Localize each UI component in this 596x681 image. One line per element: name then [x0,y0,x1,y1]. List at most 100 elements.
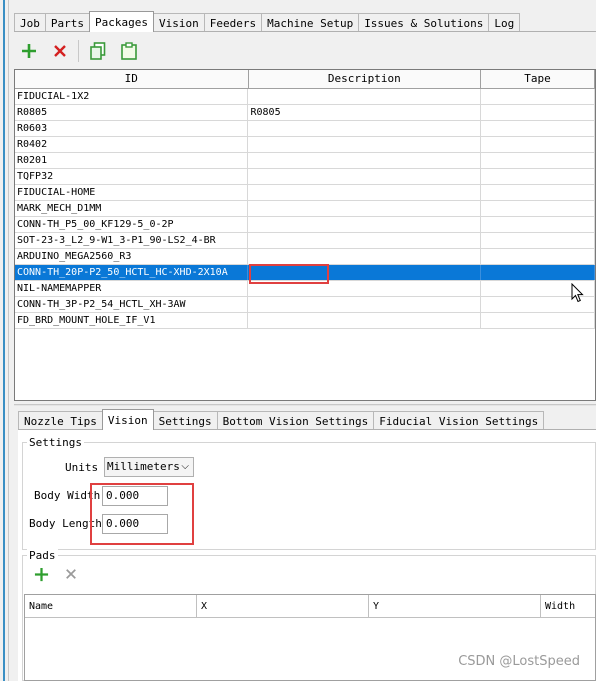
cell-description[interactable] [248,137,482,152]
column-header-x[interactable]: X [197,595,369,617]
cell-id: MARK_MECH_D1MM [15,201,249,216]
cell-description[interactable] [248,249,482,264]
packages-table: ID Description Tape FIDUCIAL-1X2 R0805 R0… [14,69,596,401]
column-header-y[interactable]: Y [369,595,541,617]
cell-id: TQFP32 [15,169,249,184]
tab-machine-setup[interactable]: Machine Setup [261,13,360,32]
units-label: Units [65,461,99,474]
tab-feeders[interactable]: Feeders [203,13,263,32]
paste-icon [121,42,137,60]
column-header-width[interactable]: Width [541,595,595,617]
table-row[interactable]: R0402 [15,137,595,153]
cell-tape[interactable] [481,121,595,136]
package-detail-tab-bar: Nozzle Tips Vision Settings Bottom Visio… [18,409,545,430]
table-row[interactable]: CONN-TH_3P-P2_54_HCTL_XH-3AW [15,297,595,313]
cell-id: CONN-TH_20P-P2_50_HCTL_HC-XHD-2X10A [15,265,249,280]
cell-id: R0201 [15,153,249,168]
column-header-tape[interactable]: Tape [481,70,595,88]
tab-package-settings[interactable]: Settings [152,411,218,430]
cell-tape[interactable] [481,153,595,168]
cell-description[interactable] [248,153,482,168]
tab-vision[interactable]: Vision [152,13,205,32]
packages-toolbar [16,38,147,64]
cell-tape[interactable] [481,249,595,264]
cell-id: NIL-NAMEMAPPER [15,281,249,296]
table-row[interactable]: SOT-23-3_L2_9-W1_3-P1_90-LS2_4-BR [15,233,595,249]
cell-id: FIDUCIAL-1X2 [15,89,249,104]
cell-description[interactable] [248,89,482,104]
add-package-button[interactable] [16,38,42,64]
body-size-highlight [90,483,194,545]
description-cell-highlight [249,264,329,284]
tab-parts[interactable]: Parts [44,13,90,32]
table-row[interactable]: FD_BRD_MOUNT_HOLE_IF_V1 [15,313,595,329]
cell-id: SOT-23-3_L2_9-W1_3-P1_90-LS2_4-BR [15,233,249,248]
cell-description[interactable] [248,233,482,248]
delete-package-button[interactable] [47,38,73,64]
cell-tape[interactable] [481,201,595,216]
tab-issues-solutions[interactable]: Issues & Solutions [358,13,490,32]
pads-toolbar [30,563,87,585]
cell-tape[interactable] [481,89,595,104]
table-row[interactable]: FIDUCIAL-HOME [15,185,595,201]
cell-description[interactable] [248,169,482,184]
cell-tape[interactable] [481,233,595,248]
add-icon [34,567,48,581]
cell-description[interactable] [248,217,482,232]
add-pad-button[interactable] [30,563,52,585]
tab-log[interactable]: Log [488,13,521,32]
cell-tape[interactable] [481,137,595,152]
tab-job[interactable]: Job [14,13,46,32]
cell-id: ARDUINO_MEGA2560_R3 [15,249,249,264]
table-row[interactable]: CONN-TH_P5_00_KF129-5_0-2P [15,217,595,233]
cell-description[interactable] [248,185,482,200]
cell-description[interactable] [248,121,482,136]
left-accent-bar [3,0,5,681]
watermark: CSDN @LostSpeed [458,654,580,669]
tab-nozzle-tips[interactable]: Nozzle Tips [18,411,103,430]
copy-icon [90,42,106,60]
column-header-id[interactable]: ID [15,70,249,88]
cell-tape[interactable] [481,265,595,280]
table-row[interactable]: ARDUINO_MEGA2560_R3 [15,249,595,265]
copy-package-button[interactable] [85,38,111,64]
tab-bottom-vision-settings[interactable]: Bottom Vision Settings [216,411,375,430]
cell-description[interactable] [248,313,482,328]
paste-package-button[interactable] [116,38,142,64]
delete-icon [66,569,76,579]
cell-id: FD_BRD_MOUNT_HOLE_IF_V1 [15,313,249,328]
tab-fiducial-vision-settings[interactable]: Fiducial Vision Settings [373,411,545,430]
cell-description[interactable]: R0805 [248,105,482,120]
table-row[interactable]: FIDUCIAL-1X2 [15,89,595,105]
mouse-cursor-icon [571,283,584,303]
units-select-value: Millimeters [107,460,180,473]
tab-package-vision[interactable]: Vision [101,409,154,430]
cell-tape[interactable] [481,185,595,200]
delete-icon [54,45,66,57]
cell-id: R0603 [15,121,249,136]
pads-table-header: Name X Y Width [25,595,595,618]
table-row[interactable]: TQFP32 [15,169,595,185]
cell-tape[interactable] [481,313,595,328]
cell-id: FIDUCIAL-HOME [15,185,249,200]
table-row[interactable]: MARK_MECH_D1MM [15,201,595,217]
column-header-description[interactable]: Description [249,70,482,88]
table-row[interactable]: R0805 R0805 [15,105,595,121]
panel-splitter[interactable] [14,404,596,406]
cell-tape[interactable] [481,217,595,232]
cell-description[interactable] [248,297,482,312]
pads-group-title: Pads [27,549,58,562]
toolbar-separator [78,40,79,62]
cell-id: R0805 [15,105,249,120]
cell-tape[interactable] [481,105,595,120]
chevron-down-icon: ⌵ [181,461,189,472]
units-select[interactable]: Millimeters ⌵ [104,457,194,477]
cell-description[interactable] [248,201,482,216]
tab-packages[interactable]: Packages [89,11,154,32]
delete-pad-button[interactable] [60,563,82,585]
table-row[interactable]: R0603 [15,121,595,137]
column-header-name[interactable]: Name [25,595,197,617]
table-row[interactable]: R0201 [15,153,595,169]
cell-tape[interactable] [481,169,595,184]
settings-group-title: Settings [27,436,84,449]
